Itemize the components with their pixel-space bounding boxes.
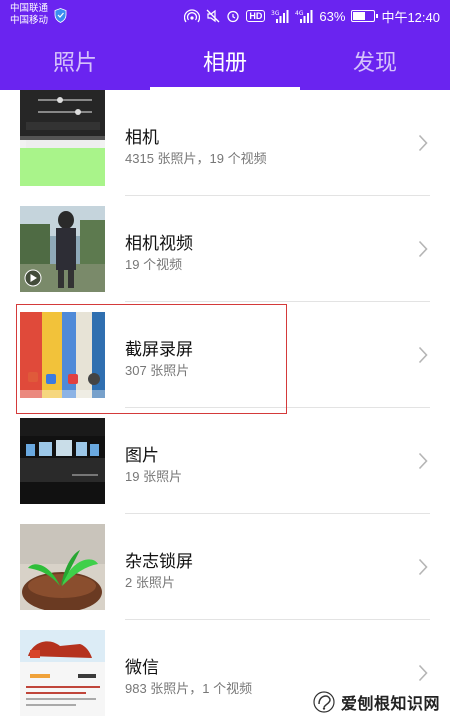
album-thumbnail — [20, 312, 105, 398]
signal-3g-icon: 3G — [271, 9, 289, 23]
album-item-magazine-lockscreen[interactable]: 杂志锁屏 2 张照片 — [0, 514, 450, 620]
album-name: 杂志锁屏 — [125, 552, 193, 571]
clock: 中午12:40 — [381, 9, 440, 25]
shield-icon — [54, 8, 67, 23]
carrier-info: 中国联通 中国移动 — [10, 3, 48, 27]
album-count: 983 张照片，1 个视频 — [125, 681, 253, 696]
album-thumbnail — [20, 90, 105, 186]
album-name: 截屏录屏 — [125, 340, 193, 359]
album-thumbnail — [20, 630, 105, 716]
album-item-camera[interactable]: 相机 4315 张照片，19 个视频 — [0, 90, 450, 196]
chevron-right-icon — [418, 664, 428, 682]
chevron-right-icon — [418, 346, 428, 364]
battery-fill — [353, 12, 366, 20]
album-name: 相机 — [125, 128, 159, 147]
tab-bar: 照片 相册 发现 — [0, 32, 450, 90]
tab-discover[interactable]: 发现 — [300, 32, 450, 90]
album-thumbnail — [20, 206, 105, 292]
album-name: 微信 — [125, 658, 159, 677]
battery-icon — [351, 10, 379, 22]
status-icons: HD 3G 4G 63% 中午12:40 — [184, 0, 440, 32]
album-item-camera-video[interactable]: 相机视频 19 个视频 — [0, 196, 450, 302]
network-tag-4g: 4G — [295, 10, 304, 17]
watermark-logo-icon — [313, 691, 335, 713]
tab-photos[interactable]: 照片 — [0, 32, 150, 90]
album-list: 相机 4315 张照片，19 个视频 相机视频 19 个视频 截屏录屏 307 … — [0, 90, 450, 720]
chevron-right-icon — [418, 452, 428, 470]
chevron-right-icon — [418, 558, 428, 576]
chevron-right-icon — [418, 134, 428, 152]
hotspot-icon — [184, 9, 201, 23]
watermark: 爱刨根知识网 — [313, 690, 440, 714]
gallery-screen: 中国联通 中国移动 HD 3G 4G 63% 中午12:40 照片 相册 发现 … — [0, 0, 450, 720]
album-thumbnail — [20, 418, 105, 504]
album-thumbnail — [20, 524, 105, 610]
battery-percent: 63% — [319, 8, 346, 24]
album-count: 19 个视频 — [125, 257, 183, 272]
network-tag-3g: 3G — [271, 10, 280, 17]
album-count: 2 张照片 — [125, 575, 175, 590]
album-item-screenshots[interactable]: 截屏录屏 307 张照片 — [0, 302, 450, 408]
album-name: 图片 — [125, 446, 159, 465]
album-name: 相机视频 — [125, 234, 193, 253]
tab-albums[interactable]: 相册 — [150, 32, 300, 90]
status-bar: 中国联通 中国移动 HD 3G 4G 63% 中午12:40 — [0, 0, 450, 32]
album-item-pictures[interactable]: 图片 19 张照片 — [0, 408, 450, 514]
carrier-1: 中国联通 — [10, 3, 49, 14]
album-count: 4315 张照片，19 个视频 — [125, 151, 267, 166]
hd-badge: HD — [246, 10, 266, 22]
mute-icon — [206, 9, 220, 23]
signal-4g-icon: 4G — [295, 9, 313, 23]
alarm-icon — [226, 9, 240, 23]
watermark-text: 爱刨根知识网 — [340, 696, 440, 713]
album-count: 307 张照片 — [125, 363, 190, 378]
album-count: 19 张照片 — [125, 469, 183, 484]
carrier-2: 中国移动 — [10, 15, 49, 26]
chevron-right-icon — [418, 240, 428, 258]
